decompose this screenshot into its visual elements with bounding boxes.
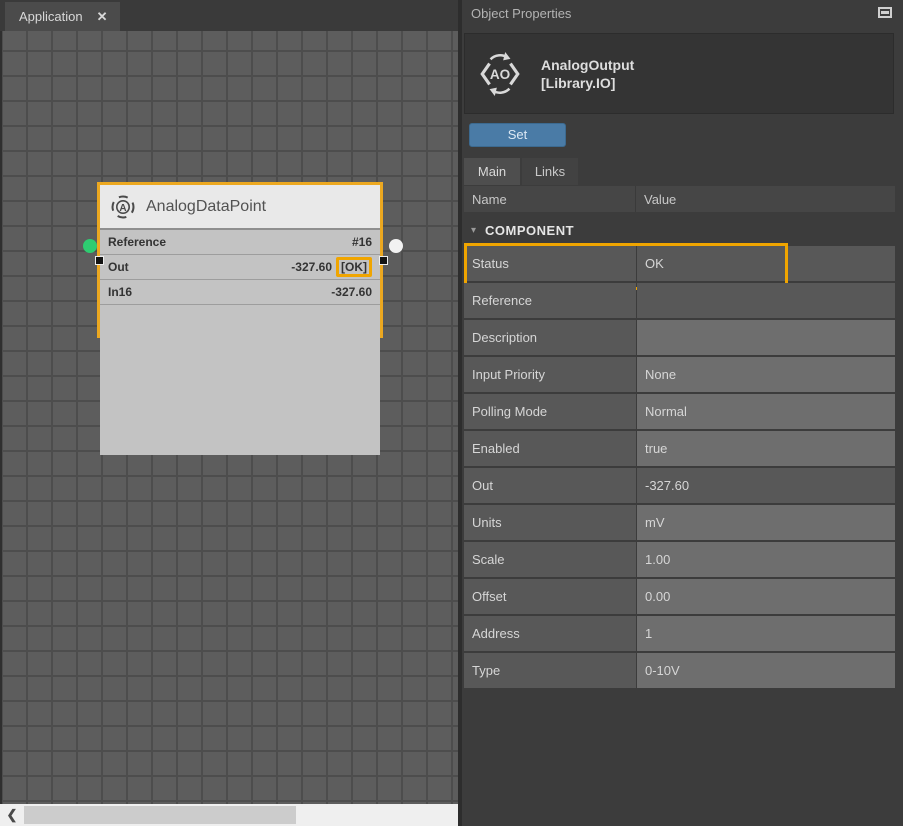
application-window: Application ✕ A AnalogDataPoint Referenc… (0, 0, 903, 826)
property-value[interactable]: mV (637, 505, 895, 540)
resize-handle-right[interactable] (379, 256, 388, 265)
property-value[interactable]: 0.00 (637, 579, 895, 614)
block-row-label: In16 (108, 285, 132, 299)
set-button[interactable]: Set (469, 123, 566, 147)
property-row-input-priority[interactable]: Input PriorityNone (464, 357, 895, 392)
tab-application[interactable]: Application ✕ (5, 2, 120, 31)
svg-text:AO: AO (490, 67, 510, 82)
block-row-value: #16 (352, 235, 372, 249)
wiresheet-canvas[interactable]: A AnalogDataPoint Reference #16 Out -327.60… (0, 31, 460, 804)
block-row-in16[interactable]: In16 -327.60 (100, 280, 380, 305)
property-name: Polling Mode (464, 394, 636, 429)
block-header[interactable]: A AnalogDataPoint (100, 185, 380, 230)
collapse-arrow-icon[interactable]: ▾ (471, 225, 476, 236)
property-value[interactable]: 0-10V (637, 653, 895, 688)
property-name: Description (464, 320, 636, 355)
property-name: Type (464, 653, 636, 688)
horizontal-scrollbar[interactable]: ❮ (0, 804, 460, 826)
property-row-out[interactable]: Out-327.60 (464, 468, 895, 503)
block-row-value: -327.60 (331, 285, 372, 299)
property-row-scale[interactable]: Scale1.00 (464, 542, 895, 577)
block-row-reference[interactable]: Reference #16 (100, 230, 380, 255)
property-name: Offset (464, 579, 636, 614)
input-port-green[interactable] (83, 239, 97, 253)
resize-handle-left[interactable] (95, 256, 104, 265)
block-row-out[interactable]: Out -327.60 [OK] (100, 255, 380, 280)
property-name: Out (464, 468, 636, 503)
tab-links[interactable]: Links (522, 158, 578, 185)
property-name: Address (464, 616, 636, 651)
block-footer (100, 305, 380, 455)
column-header-name: Name (464, 186, 636, 212)
property-value[interactable]: Normal (637, 394, 895, 429)
panel-title: Object Properties (471, 6, 571, 21)
property-rows: StatusOKReferenceDescriptionInput Priori… (464, 246, 895, 688)
status-ok-badge: [OK] (336, 257, 372, 277)
property-row-enabled[interactable]: Enabledtrue (464, 431, 895, 466)
table-header-row: Name Value (464, 186, 895, 212)
tab-main[interactable]: Main (464, 158, 520, 185)
property-row-polling-mode[interactable]: Polling ModeNormal (464, 394, 895, 429)
property-row-offset[interactable]: Offset0.00 (464, 579, 895, 614)
component-name: AnalogOutput (541, 56, 634, 74)
property-value[interactable]: OK (637, 246, 895, 281)
svg-text:A: A (119, 203, 126, 214)
property-row-reference[interactable]: Reference (464, 283, 895, 318)
property-value[interactable]: -327.60 (637, 468, 895, 503)
property-row-units[interactable]: UnitsmV (464, 505, 895, 540)
tab-application-label: Application (19, 9, 83, 24)
property-row-description[interactable]: Description (464, 320, 895, 355)
float-window-icon[interactable] (878, 7, 892, 18)
property-value[interactable] (637, 320, 895, 355)
property-row-status[interactable]: StatusOK (464, 246, 895, 281)
property-value[interactable]: 1.00 (637, 542, 895, 577)
component-library: [Library.IO] (541, 74, 634, 92)
property-value[interactable]: None (637, 357, 895, 392)
analog-output-icon: AO (477, 51, 523, 97)
property-name: Status (464, 246, 636, 281)
analog-datapoint-icon: A (110, 194, 136, 220)
property-row-type[interactable]: Type0-10V (464, 653, 895, 688)
block-row-label: Reference (108, 235, 166, 249)
group-header-component[interactable]: ▾ COMPONENT (464, 214, 895, 246)
column-header-value: Value (636, 186, 895, 212)
properties-table: Name Value ▾ COMPONENT StatusOKReference… (464, 186, 895, 690)
property-name: Enabled (464, 431, 636, 466)
property-name: Scale (464, 542, 636, 577)
properties-tabs: Main Links (464, 158, 578, 185)
property-name: Reference (464, 283, 636, 318)
property-value[interactable]: true (637, 431, 895, 466)
scroll-left-arrow-icon[interactable]: ❮ (0, 804, 24, 826)
output-port-white[interactable] (389, 239, 403, 253)
close-icon[interactable]: ✕ (97, 9, 108, 25)
analog-datapoint-block[interactable]: A AnalogDataPoint Reference #16 Out -327.60… (97, 182, 383, 338)
document-tab-bar: Application ✕ (0, 0, 460, 31)
component-card: AO AnalogOutput [Library.IO] (464, 33, 894, 114)
object-properties-panel: Object Properties AO AnalogOutput [Libra… (462, 0, 903, 826)
scrollbar-thumb[interactable] (24, 806, 296, 824)
block-row-label: Out (108, 260, 129, 274)
block-row-value: -327.60 (291, 260, 332, 274)
property-value[interactable] (637, 283, 895, 318)
property-name: Units (464, 505, 636, 540)
property-name: Input Priority (464, 357, 636, 392)
property-value[interactable]: 1 (637, 616, 895, 651)
block-title: AnalogDataPoint (146, 198, 266, 216)
property-row-address[interactable]: Address1 (464, 616, 895, 651)
group-label: COMPONENT (485, 223, 574, 238)
block-rows: Reference #16 Out -327.60 [OK] In16 -327.60 (100, 230, 380, 305)
panel-titlebar: Object Properties (462, 0, 903, 26)
